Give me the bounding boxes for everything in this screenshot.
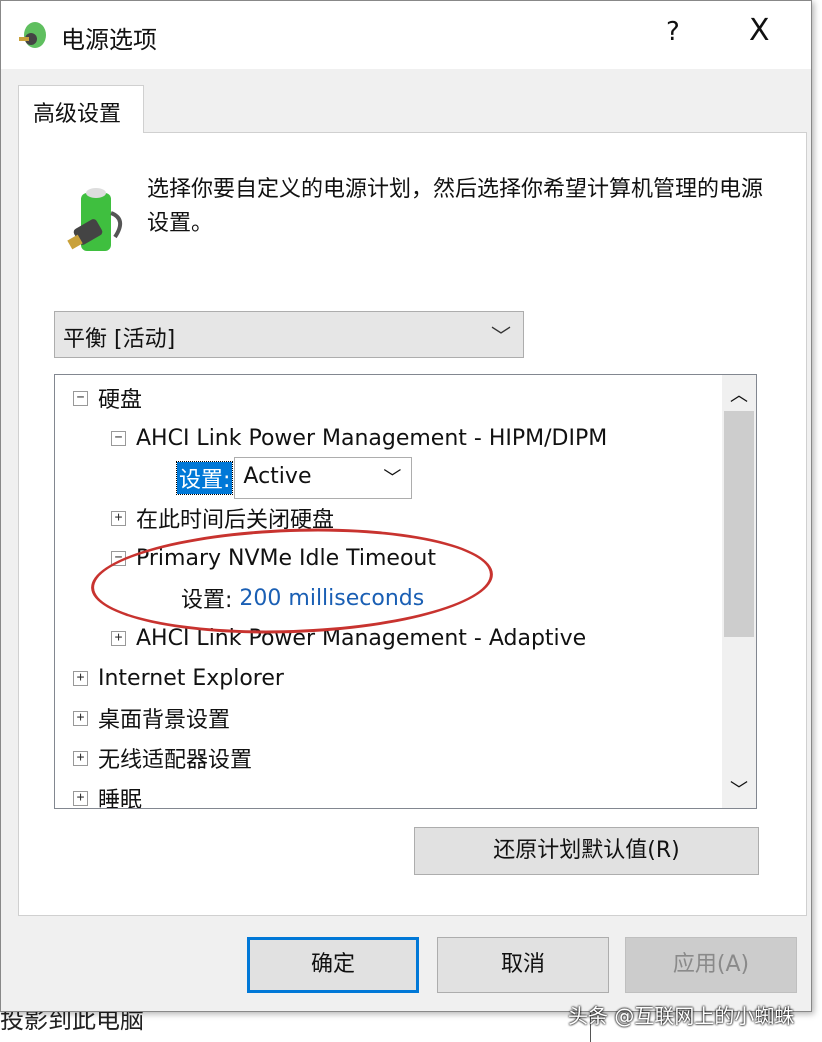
settings-tree: − 硬盘 − AHCI Link Power Management - HIPM/D… xyxy=(54,374,757,809)
ok-button[interactable]: 确定 xyxy=(247,937,419,993)
tree-item-label: 在此时间后关闭硬盘 xyxy=(136,508,335,533)
scroll-down-icon[interactable]: ﹀ xyxy=(730,776,748,802)
tree-item-label: AHCI Link Power Management - Adaptive xyxy=(136,625,587,651)
dialog-title: 电源选项 xyxy=(61,26,157,54)
help-button[interactable]: ? xyxy=(666,17,680,47)
power-options-dialog: 电源选项 ? X 高级设置 选择你要自定义的电源计划，然后选择你希望计算机管理的… xyxy=(0,0,812,1012)
tab-advanced-settings[interactable]: 高级设置 xyxy=(18,85,144,133)
expand-icon[interactable]: + xyxy=(73,670,88,686)
restore-defaults-button[interactable]: 还原计划默认值(R) xyxy=(414,827,759,875)
collapse-icon[interactable]: − xyxy=(111,550,126,566)
tree-item-label: Primary NVMe Idle Timeout xyxy=(136,545,436,571)
description-text: 选择你要自定义的电源计划，然后选择你希望计算机管理的电源设置。 xyxy=(147,177,764,236)
tree-item-nvme-idle-timeout[interactable]: − Primary NVMe Idle Timeout xyxy=(111,538,436,578)
scroll-up-icon[interactable]: ︿ xyxy=(730,381,748,407)
tree-item-setting[interactable]: 设置: 200 milliseconds xyxy=(181,578,424,618)
tree-item-desktop-background[interactable]: + 桌面背景设置 xyxy=(73,698,230,738)
tree-item-label: 睡眠 xyxy=(98,788,143,809)
tree-item-ahci-adaptive[interactable]: + AHCI Link Power Management - Adaptive xyxy=(111,618,586,658)
chevron-down-icon: ﹀ xyxy=(383,468,402,489)
expand-icon[interactable]: + xyxy=(73,750,88,766)
tree-item-label: AHCI Link Power Management - HIPM/DIPM xyxy=(136,425,608,451)
ahci-setting-select[interactable]: Active ﹀ xyxy=(234,457,413,499)
vertical-scrollbar[interactable]: ︿ ﹀ xyxy=(722,375,756,808)
tree-item-label: 硬盘 xyxy=(98,388,143,413)
close-button[interactable]: X xyxy=(749,13,770,48)
apply-button[interactable]: 应用(A) xyxy=(625,937,797,993)
tree-item-label: Internet Explorer xyxy=(98,665,284,691)
expand-icon[interactable]: + xyxy=(73,710,88,726)
power-plan-value: 平衡 [活动] xyxy=(63,327,176,352)
setting-value: Active xyxy=(243,464,312,489)
expand-icon[interactable]: + xyxy=(73,790,88,806)
tree-item-setting: 设置: Active ﹀ xyxy=(175,457,413,499)
battery-plug-icon xyxy=(67,188,123,251)
setting-label: 设置: xyxy=(181,588,233,613)
setting-label: 设置: xyxy=(175,461,234,495)
collapse-icon[interactable]: − xyxy=(73,390,88,406)
chevron-down-icon: ﹀ xyxy=(491,324,511,348)
power-options-icon xyxy=(19,22,46,48)
setting-value-link[interactable]: 200 milliseconds xyxy=(239,586,424,611)
collapse-icon[interactable]: − xyxy=(111,430,126,446)
tree-item-ahci-hipm[interactable]: − AHCI Link Power Management - HIPM/DIPM xyxy=(111,418,607,458)
tree-item-label: 桌面背景设置 xyxy=(98,708,231,733)
tab-panel: 选择你要自定义的电源计划，然后选择你希望计算机管理的电源设置。 平衡 [活动] ﹀… xyxy=(18,132,807,916)
tree-item-hard-disk[interactable]: − 硬盘 xyxy=(73,378,142,418)
expand-icon[interactable]: + xyxy=(111,630,126,646)
tree-item-label: 无线适配器设置 xyxy=(98,748,253,773)
tree-item-internet-explorer[interactable]: + Internet Explorer xyxy=(73,658,284,698)
tree-item-sleep[interactable]: + 睡眠 xyxy=(73,778,143,809)
expand-icon[interactable]: + xyxy=(111,510,126,526)
cancel-button[interactable]: 取消 xyxy=(437,937,609,993)
watermark: 头条 @互联网上的小蜘蛛 xyxy=(568,1004,795,1028)
tree-item-wireless-adapter[interactable]: + 无线适配器设置 xyxy=(73,738,252,778)
scrollbar-thumb[interactable] xyxy=(724,411,754,637)
title-bar: 电源选项 ? X xyxy=(1,1,811,69)
power-plan-select[interactable]: 平衡 [活动] ﹀ xyxy=(54,311,524,358)
tree-item-turn-off-disk[interactable]: + 在此时间后关闭硬盘 xyxy=(111,498,334,538)
